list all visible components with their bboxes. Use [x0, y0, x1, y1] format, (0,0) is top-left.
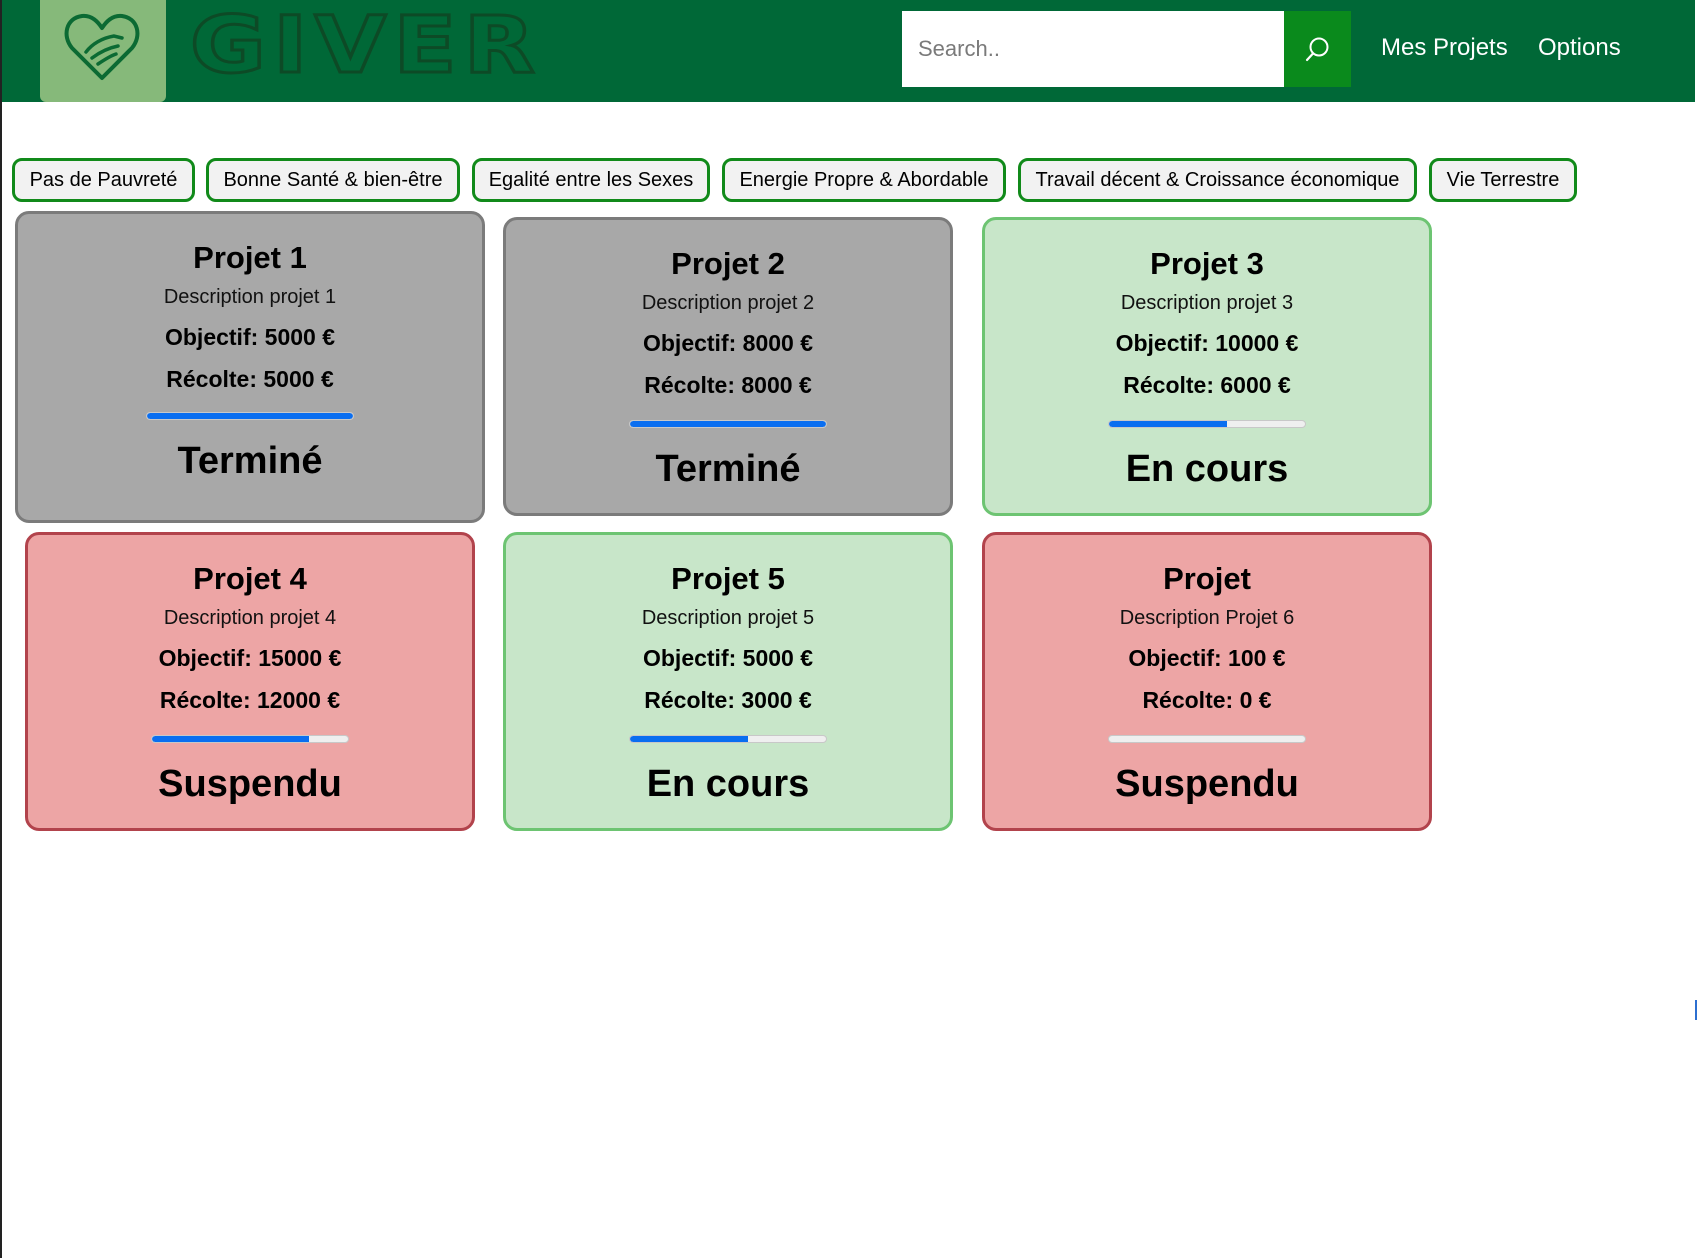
- project-card[interactable]: Projet Description Projet 6 Objectif: 10…: [982, 532, 1432, 831]
- project-title: Projet 2: [671, 246, 785, 281]
- project-raised: Récolte: 8000 €: [644, 372, 812, 398]
- progress-fill: [630, 736, 748, 742]
- project-raised: Récolte: 0 €: [1142, 687, 1272, 713]
- progress-bar: [151, 735, 349, 743]
- brand-wordmark: GIVER: [189, 8, 542, 80]
- progress-fill: [147, 413, 353, 419]
- project-card[interactable]: Projet 2 Description projet 2 Objectif: …: [503, 217, 953, 516]
- project-card[interactable]: Projet 3 Description projet 3 Objectif: …: [982, 217, 1432, 516]
- project-status: Terminé: [177, 440, 323, 482]
- project-card[interactable]: Projet 1 Description projet 1 Objectif: …: [15, 211, 485, 523]
- project-raised: Récolte: 3000 €: [644, 687, 812, 713]
- progress-fill: [152, 736, 309, 742]
- project-description: Description projet 4: [163, 607, 337, 629]
- search-icon: [1305, 37, 1328, 62]
- progress-bar: [1108, 735, 1306, 743]
- project-description: Description projet 5: [641, 607, 815, 629]
- project-status: En cours: [1125, 448, 1289, 490]
- progress-fill: [630, 421, 826, 427]
- project-status: Terminé: [655, 448, 801, 490]
- project-goal: Objectif: 10000 €: [1115, 330, 1299, 356]
- progress-fill: [1109, 421, 1227, 427]
- category-egalite-sexes[interactable]: Egalité entre les Sexes: [472, 158, 710, 202]
- project-card[interactable]: Projet 4 Description projet 4 Objectif: …: [25, 532, 475, 831]
- project-goal: Objectif: 100 €: [1128, 645, 1286, 671]
- project-goal: Objectif: 15000 €: [158, 645, 342, 671]
- search-bar: [902, 11, 1351, 87]
- project-status: En cours: [646, 763, 810, 805]
- category-energie-propre[interactable]: Energie Propre & Abordable: [722, 158, 1006, 202]
- brand-name: GIVER: [190, 8, 542, 80]
- project-title: Projet 4: [193, 561, 307, 596]
- logo[interactable]: [40, 0, 166, 102]
- project-goal: Objectif: 5000 €: [164, 324, 336, 350]
- project-title: Projet 3: [1150, 246, 1264, 281]
- category-vie-terrestre[interactable]: Vie Terrestre: [1429, 158, 1577, 202]
- window-edge: [0, 0, 2, 1258]
- top-navbar: GIVER Mes Projets Options: [2, 0, 1695, 102]
- nav-options[interactable]: Options: [1538, 34, 1621, 62]
- project-raised: Récolte: 5000 €: [166, 366, 334, 392]
- project-title: Projet: [1163, 561, 1251, 596]
- project-card[interactable]: Projet 5 Description projet 5 Objectif: …: [503, 532, 953, 831]
- category-pas-de-pauvrete[interactable]: Pas de Pauvreté: [12, 158, 195, 202]
- project-goal: Objectif: 5000 €: [642, 645, 814, 671]
- project-status: Suspendu: [158, 763, 342, 805]
- project-status: Suspendu: [1115, 763, 1299, 805]
- project-description: Description projet 2: [641, 292, 815, 314]
- project-title: Projet 5: [671, 561, 785, 596]
- category-bonne-sante[interactable]: Bonne Santé & bien-être: [206, 158, 460, 202]
- project-description: Description projet 3: [1120, 292, 1294, 314]
- project-raised: Récolte: 12000 €: [159, 687, 341, 713]
- project-raised: Récolte: 6000 €: [1123, 372, 1291, 398]
- progress-bar: [629, 420, 827, 428]
- progress-bar: [629, 735, 827, 743]
- progress-bar: [146, 412, 354, 420]
- project-title: Projet 1: [193, 240, 307, 275]
- progress-bar: [1108, 420, 1306, 428]
- project-goal: Objectif: 8000 €: [642, 330, 814, 356]
- category-travail-decent[interactable]: Travail décent & Croissance économique: [1018, 158, 1417, 202]
- project-description: Description Projet 6: [1119, 607, 1295, 629]
- search-button[interactable]: [1284, 11, 1351, 87]
- nav-mes-projets[interactable]: Mes Projets: [1381, 34, 1508, 62]
- heart-hand-icon: [64, 13, 140, 80]
- search-input[interactable]: [902, 11, 1284, 87]
- project-description: Description projet 1: [163, 286, 337, 308]
